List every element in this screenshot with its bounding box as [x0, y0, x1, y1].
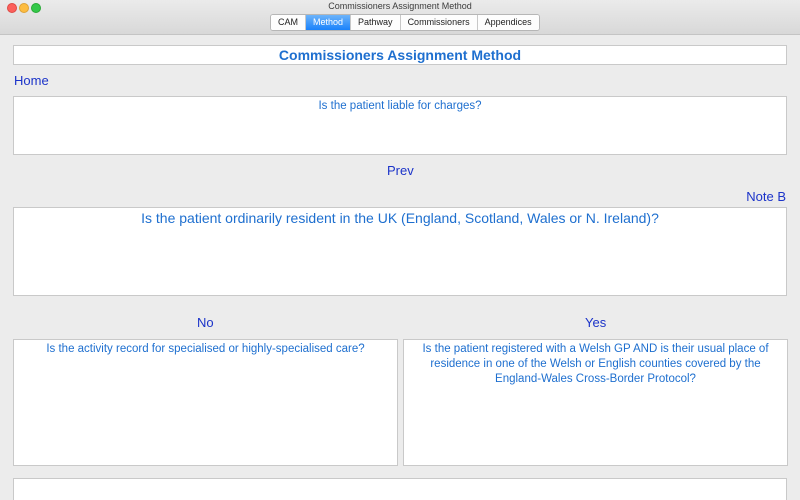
previous-question-box: Is the patient liable for charges? — [13, 96, 787, 155]
note-b-link[interactable]: Note B — [746, 189, 786, 204]
app-window: Commissioners Assignment Method CAM Meth… — [0, 0, 800, 500]
tab-method[interactable]: Method — [306, 15, 352, 30]
tab-appendices[interactable]: Appendices — [477, 15, 539, 30]
no-answer-link[interactable]: No — [197, 315, 214, 330]
tab-pathway[interactable]: Pathway — [351, 15, 401, 30]
title-bar: Commissioners Assignment Method CAM Meth… — [0, 0, 800, 35]
prev-link[interactable]: Prev — [387, 163, 414, 178]
page-title: Commissioners Assignment Method — [13, 45, 787, 65]
current-question-box: Is the patient ordinarily resident in th… — [13, 207, 787, 296]
section-tabs: CAM Method Pathway Commissioners Appendi… — [270, 14, 540, 31]
tab-commissioners[interactable]: Commissioners — [400, 15, 478, 30]
yes-branch-question-box: Is the patient registered with a Welsh G… — [403, 339, 788, 466]
window-title: Commissioners Assignment Method — [328, 1, 472, 11]
yes-answer-link[interactable]: Yes — [585, 315, 606, 330]
next-question-box — [13, 478, 787, 500]
no-branch-question-box: Is the activity record for specialised o… — [13, 339, 398, 466]
tab-cam[interactable]: CAM — [271, 15, 306, 30]
home-link[interactable]: Home — [14, 73, 49, 88]
